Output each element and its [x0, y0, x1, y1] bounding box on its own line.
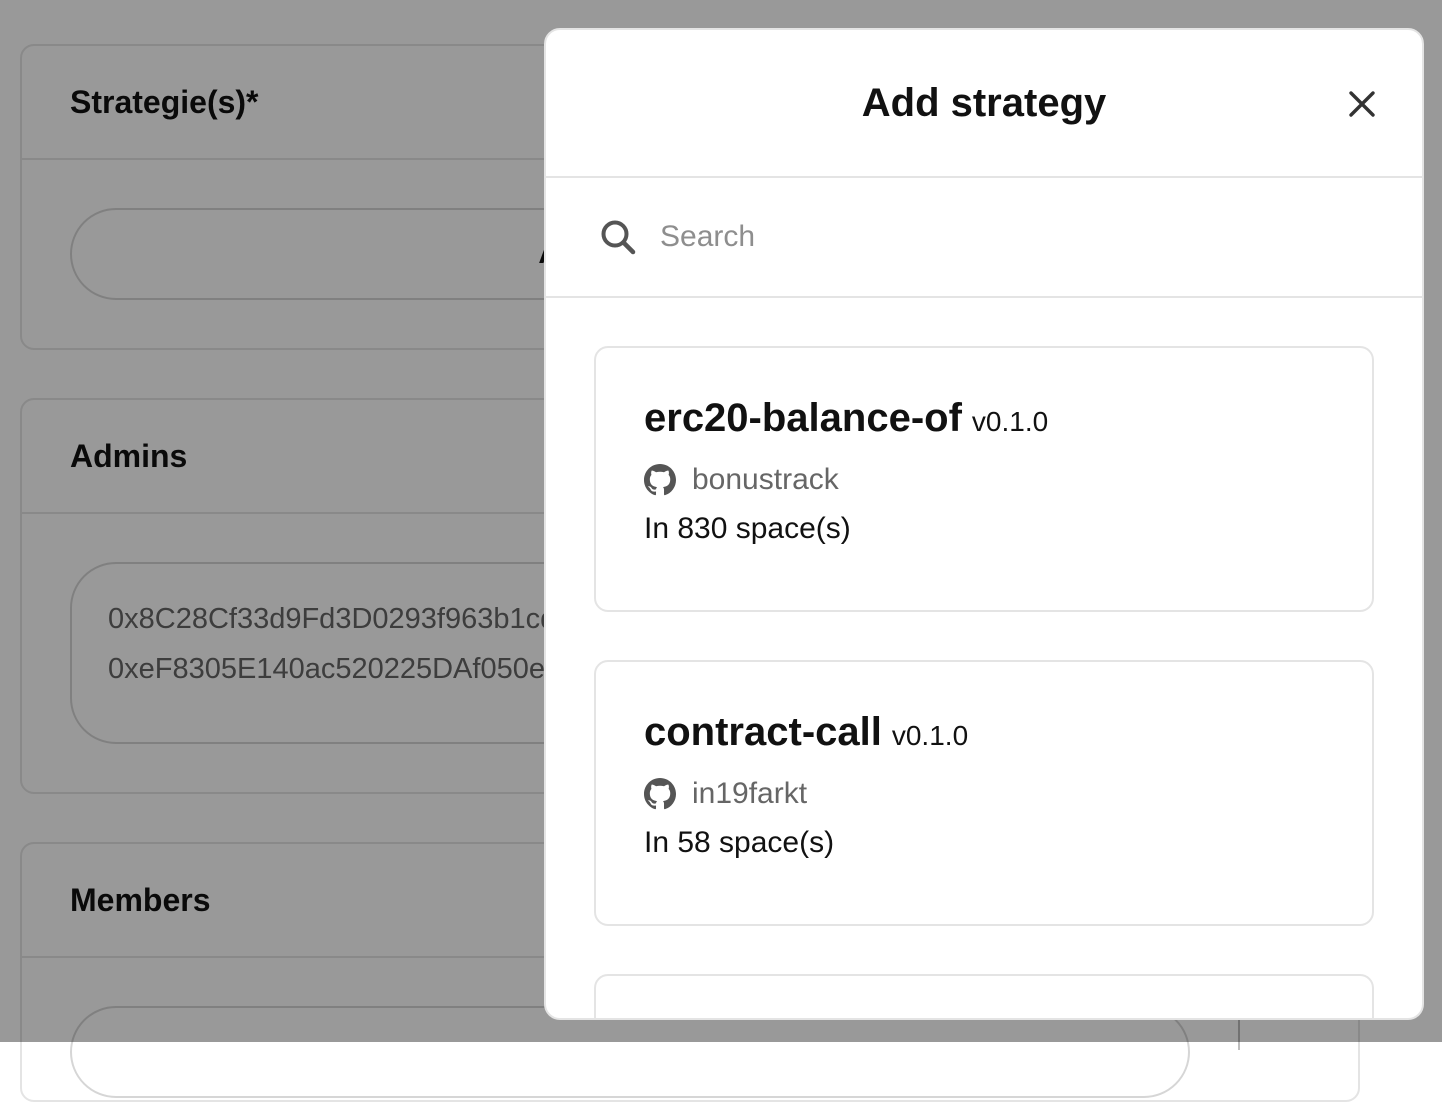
search-bar [546, 178, 1422, 298]
strategy-list: erc20-balance-of v0.1.0 bonustrack In 83… [546, 298, 1422, 1018]
add-strategy-modal: Add strategy erc20-balance-of v0.1.0 bon… [544, 28, 1424, 1020]
strategy-version: v0.1.0 [891, 720, 969, 751]
modal-title: Add strategy [861, 80, 1107, 125]
strategy-name: contract-call [644, 710, 882, 754]
strategy-space-count: In 830 space(s) [644, 512, 851, 545]
strategy-space-count: In 58 space(s) [644, 826, 835, 859]
strategy-author: bonustrack [692, 463, 839, 496]
strategy-author: in19farkt [692, 777, 808, 810]
search-input[interactable] [658, 219, 1322, 255]
modal-header: Add strategy [546, 30, 1422, 178]
strategy-name: erc20-balance-of [644, 396, 962, 440]
close-button[interactable] [1342, 84, 1382, 124]
strategy-card[interactable]: contract-call v0.1.0 in19farkt In 58 spa… [594, 660, 1374, 926]
search-icon [601, 220, 636, 255]
github-icon [644, 778, 676, 810]
strategy-card[interactable]: erc20-balance-of v0.1.0 bonustrack In 83… [594, 346, 1374, 612]
close-icon [1349, 91, 1375, 117]
github-icon [644, 464, 676, 496]
strategy-version: v0.1.0 [971, 406, 1049, 437]
strategy-card[interactable] [594, 974, 1374, 1018]
